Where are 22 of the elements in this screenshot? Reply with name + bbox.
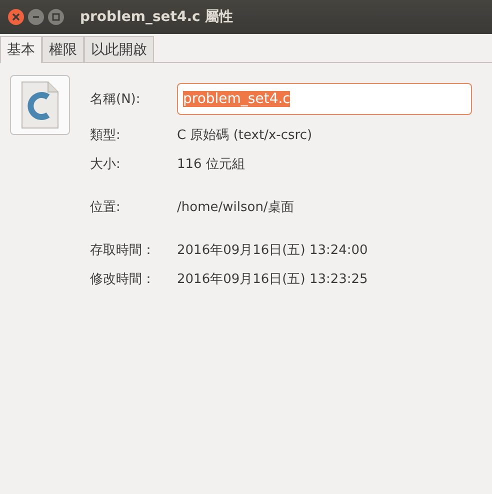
maximize-button[interactable]: [48, 9, 64, 25]
property-value: 116 位元組: [177, 156, 245, 172]
property-label: 類型:: [90, 126, 122, 144]
file-icon: [10, 75, 70, 135]
tab[interactable]: 基本: [0, 36, 42, 63]
window-title: problem_set4.c 屬性: [80, 8, 234, 26]
close-button[interactable]: [8, 9, 24, 25]
minimize-button[interactable]: [28, 9, 44, 25]
tab[interactable]: 以此開啟: [84, 36, 154, 62]
tab[interactable]: 權限: [42, 36, 84, 62]
property-value: C 原始碼 (text/x-csrc): [177, 126, 312, 144]
property-label: 大小:: [90, 156, 122, 172]
minimize-icon: [32, 13, 40, 21]
property-value: 2016年09月16日(五) 13:23:25: [177, 270, 368, 288]
property-label: 存取時間：: [90, 242, 156, 258]
property-label: 名稱(N):: [90, 91, 142, 108]
close-icon: [12, 13, 20, 21]
property-label: 位置:: [90, 198, 122, 216]
property-value: /home/wilson/桌面: [177, 198, 294, 216]
property-value: 2016年09月16日(五) 13:24:00: [177, 242, 368, 258]
maximize-icon: [52, 13, 60, 21]
property-label: 修改時間：: [90, 270, 156, 288]
